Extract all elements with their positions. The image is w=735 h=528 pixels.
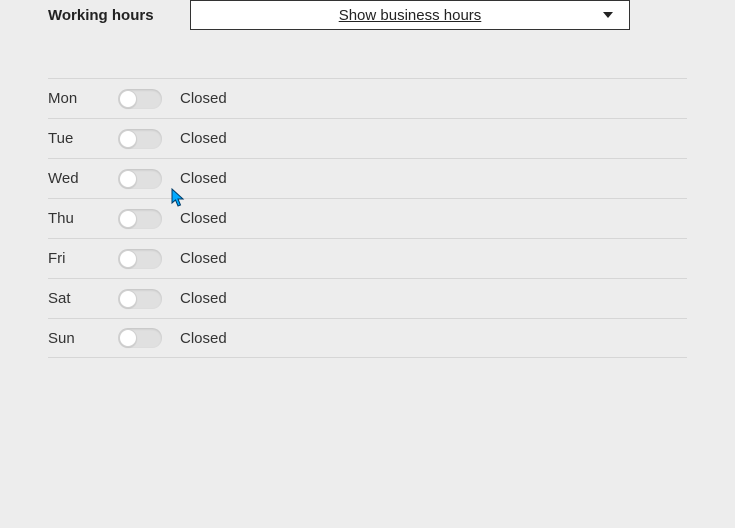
day-row-tue: Tue Closed (48, 118, 687, 158)
day-row-sat: Sat Closed (48, 278, 687, 318)
day-label: Wed (48, 170, 118, 187)
dropdown-selected-label: Show business hours (339, 7, 482, 24)
day-toggle-sat[interactable] (118, 289, 162, 309)
day-toggle-wed[interactable] (118, 169, 162, 189)
day-status: Closed (180, 90, 227, 107)
section-title: Working hours (48, 7, 190, 24)
day-toggle-tue[interactable] (118, 129, 162, 149)
toggle-knob (119, 90, 137, 108)
day-label: Mon (48, 90, 118, 107)
day-label: Sat (48, 290, 118, 307)
toggle-knob (119, 329, 137, 347)
day-label: Fri (48, 250, 118, 267)
day-toggle-thu[interactable] (118, 209, 162, 229)
day-toggle-sun[interactable] (118, 328, 162, 348)
hours-mode-dropdown[interactable]: Show business hours (190, 0, 630, 30)
day-status: Closed (180, 170, 227, 187)
day-status: Closed (180, 250, 227, 267)
toggle-knob (119, 210, 137, 228)
day-status: Closed (180, 210, 227, 227)
day-label: Tue (48, 130, 118, 147)
day-row-mon: Mon Closed (48, 78, 687, 118)
toggle-knob (119, 130, 137, 148)
day-status: Closed (180, 330, 227, 347)
working-hours-header: Working hours Show business hours (0, 0, 735, 30)
day-row-thu: Thu Closed (48, 198, 687, 238)
day-label: Sun (48, 330, 118, 347)
day-label: Thu (48, 210, 118, 227)
day-row-fri: Fri Closed (48, 238, 687, 278)
day-status: Closed (180, 130, 227, 147)
day-row-wed: Wed Closed (48, 158, 687, 198)
chevron-down-icon (603, 12, 613, 18)
days-list: Mon Closed Tue Closed Wed Closed Thu Clo… (0, 78, 735, 358)
day-toggle-mon[interactable] (118, 89, 162, 109)
day-row-sun: Sun Closed (48, 318, 687, 358)
day-toggle-fri[interactable] (118, 249, 162, 269)
toggle-knob (119, 250, 137, 268)
day-status: Closed (180, 290, 227, 307)
toggle-knob (119, 170, 137, 188)
toggle-knob (119, 290, 137, 308)
